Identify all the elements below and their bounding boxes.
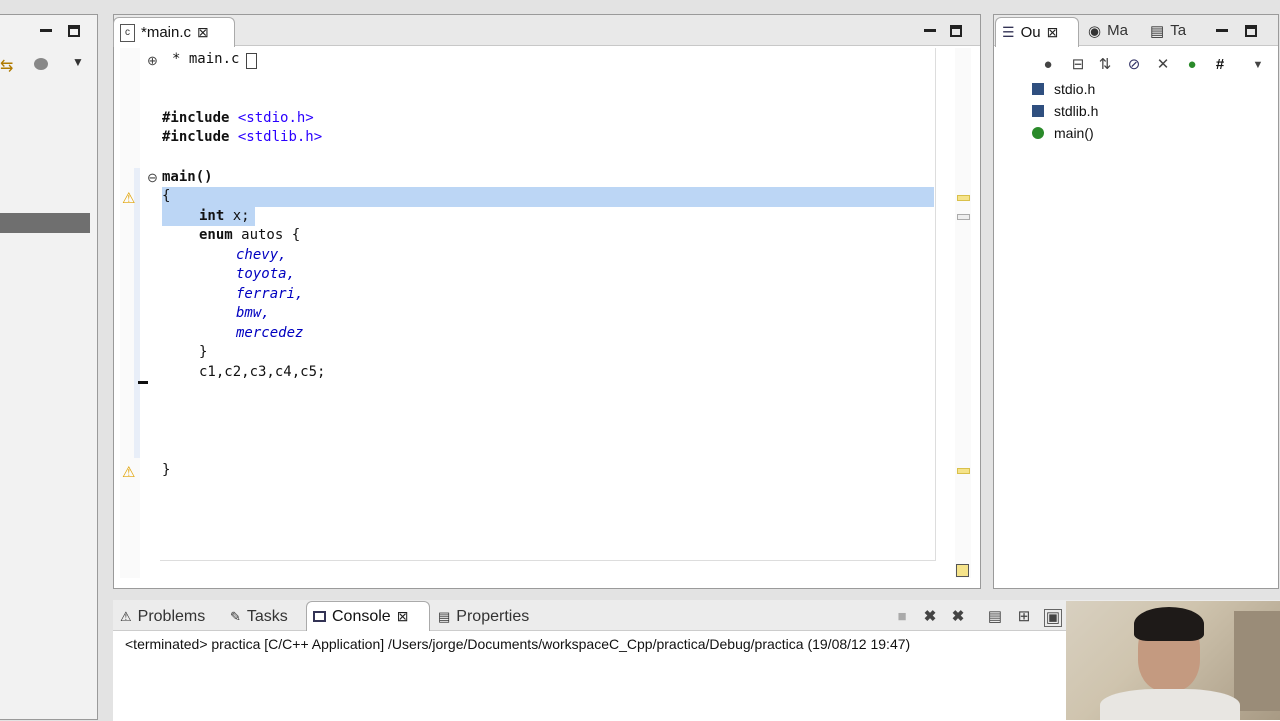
code-header-line: * main.c — [172, 51, 240, 67]
clear-console-icon[interactable]: ▤ — [987, 609, 1003, 625]
chevron-down-icon[interactable]: ▼ — [1250, 57, 1266, 73]
enum-value: mercedez — [236, 325, 304, 341]
terminate-icon[interactable]: ■ — [894, 609, 910, 625]
outline-panel — [993, 14, 1279, 589]
close-icon[interactable]: ⊠ — [197, 24, 209, 41]
close-icon[interactable]: ⊠ — [1047, 24, 1059, 41]
tab-problems-label: Problems — [137, 608, 206, 625]
remove-all-icon[interactable]: ✖ — [950, 609, 966, 625]
tasks-icon: ✎ — [230, 609, 241, 624]
enum-value: toyota, — [236, 266, 296, 282]
code-line-open-brace: { — [162, 188, 171, 204]
webcam-person-hair — [1134, 607, 1204, 641]
tab-main-c[interactable]: c *main.c ⊠ — [113, 17, 235, 47]
expand-icon[interactable]: ⊕ — [147, 53, 158, 69]
enum-value: chevy, — [236, 247, 287, 263]
tab-task-label: Ta — [1170, 22, 1187, 39]
warning-marker[interactable] — [957, 195, 970, 201]
code-line-enum-close: } — [199, 344, 208, 360]
hide-fields-icon[interactable]: ● — [1040, 57, 1056, 73]
warning-icon: ⚠ — [122, 190, 136, 207]
tab-main-c-label: *main.c — [141, 24, 192, 41]
sort-icon[interactable]: ⇅ — [1097, 57, 1113, 73]
code-line-int: int x; — [199, 208, 250, 224]
outline-item[interactable]: stdio.h — [1030, 81, 1095, 97]
properties-icon: ▤ — [438, 609, 451, 624]
webcam-overlay — [1066, 601, 1280, 720]
folded-marker[interactable] — [246, 53, 257, 69]
enum-value: bmw, — [236, 305, 270, 321]
tab-outline[interactable]: ☰ Ou ⊠ — [995, 17, 1079, 47]
tab-console-label: Console — [332, 607, 391, 625]
editor-minimize-button[interactable] — [924, 29, 936, 32]
warning-icon: ⚠ — [122, 464, 136, 481]
close-icon[interactable]: ⊠ — [397, 608, 409, 625]
remove-launch-icon[interactable]: ✖ — [922, 609, 938, 625]
tab-task[interactable]: ▤ Ta — [1150, 22, 1186, 40]
problems-icon: ⚠ — [120, 609, 132, 624]
include-icon — [1032, 105, 1044, 117]
warning-marker[interactable] — [957, 468, 970, 474]
tab-problems[interactable]: ⚠ Problems — [120, 604, 205, 630]
cursor-caret — [138, 381, 148, 384]
public-icon[interactable]: ● — [1184, 57, 1200, 73]
outline-item[interactable]: main() — [1030, 125, 1094, 141]
macro-icon: ◉ — [1088, 23, 1102, 40]
code-line-include-stdio: #include <stdio.h> — [162, 110, 314, 126]
scroll-lock-icon[interactable]: ⊞ — [1016, 609, 1032, 625]
outline-item-label: stdlib.h — [1054, 103, 1099, 119]
console-output: <terminated> practica [C/C++ Application… — [125, 636, 911, 652]
left-view-fragment — [0, 14, 98, 720]
overview-status-icon[interactable] — [956, 564, 969, 577]
tab-tasks[interactable]: ✎ Tasks — [230, 604, 288, 630]
tab-console[interactable]: Console ⊠ — [306, 601, 430, 631]
hide-static-icon[interactable]: ✕ — [1155, 57, 1171, 73]
code-line-main: main() — [162, 169, 213, 185]
c-file-icon: c — [120, 23, 135, 42]
tab-tasks-label: Tasks — [246, 608, 288, 625]
outline-item[interactable]: stdlib.h — [1030, 103, 1098, 119]
include-icon — [1032, 83, 1044, 95]
tab-properties-label: Properties — [456, 608, 530, 625]
selection-highlight — [162, 187, 934, 207]
collapse-all-icon[interactable]: ⊟ — [1070, 57, 1086, 73]
console-icon — [313, 611, 326, 622]
pin-console-icon[interactable]: ▣ — [1044, 609, 1062, 627]
overview-ruler — [955, 48, 971, 578]
code-line-vars: c1,c2,c3,c4,c5; — [199, 364, 326, 380]
occurrence-marker[interactable] — [957, 214, 970, 220]
code-line-include-stdlib: #include <stdlib.h> — [162, 129, 323, 145]
webcam-bookshelf — [1234, 611, 1280, 711]
outline-maximize-button[interactable] — [1245, 25, 1257, 37]
editor-maximize-button[interactable] — [950, 25, 962, 37]
collapse-icon[interactable]: ⊖ — [147, 170, 158, 186]
webcam-person-shoulders — [1100, 689, 1240, 720]
tab-macro-label: Ma — [1107, 22, 1128, 39]
tab-macro[interactable]: ◉ Ma — [1088, 22, 1128, 40]
tab-outline-label: Ou — [1020, 24, 1041, 41]
filter-icon[interactable]: ⊘ — [1126, 57, 1142, 73]
code-line-enum: enum autos { — [199, 227, 301, 243]
view-menu-icon[interactable] — [34, 58, 48, 70]
function-icon — [1032, 127, 1044, 139]
chevron-down-icon[interactable]: ▼ — [72, 55, 84, 69]
left-maximize-button[interactable] — [68, 25, 80, 37]
tab-properties[interactable]: ▤ Properties — [438, 604, 529, 630]
selected-tree-row[interactable] — [0, 213, 90, 233]
link-editor-icon[interactable]: ⇆ — [0, 56, 13, 76]
task-icon: ▤ — [1150, 23, 1165, 40]
outline-icon: ☰ — [1002, 24, 1015, 40]
outline-minimize-button[interactable] — [1216, 29, 1228, 32]
hash-icon[interactable]: # — [1212, 57, 1228, 73]
code-line-close-brace: } — [162, 462, 171, 478]
editor-tabbar — [114, 15, 980, 46]
outline-item-label: stdio.h — [1054, 81, 1096, 97]
left-minimize-button[interactable] — [40, 29, 52, 32]
change-bar — [134, 168, 140, 458]
enum-value: ferrari, — [236, 286, 304, 302]
outline-item-label: main() — [1054, 125, 1094, 141]
